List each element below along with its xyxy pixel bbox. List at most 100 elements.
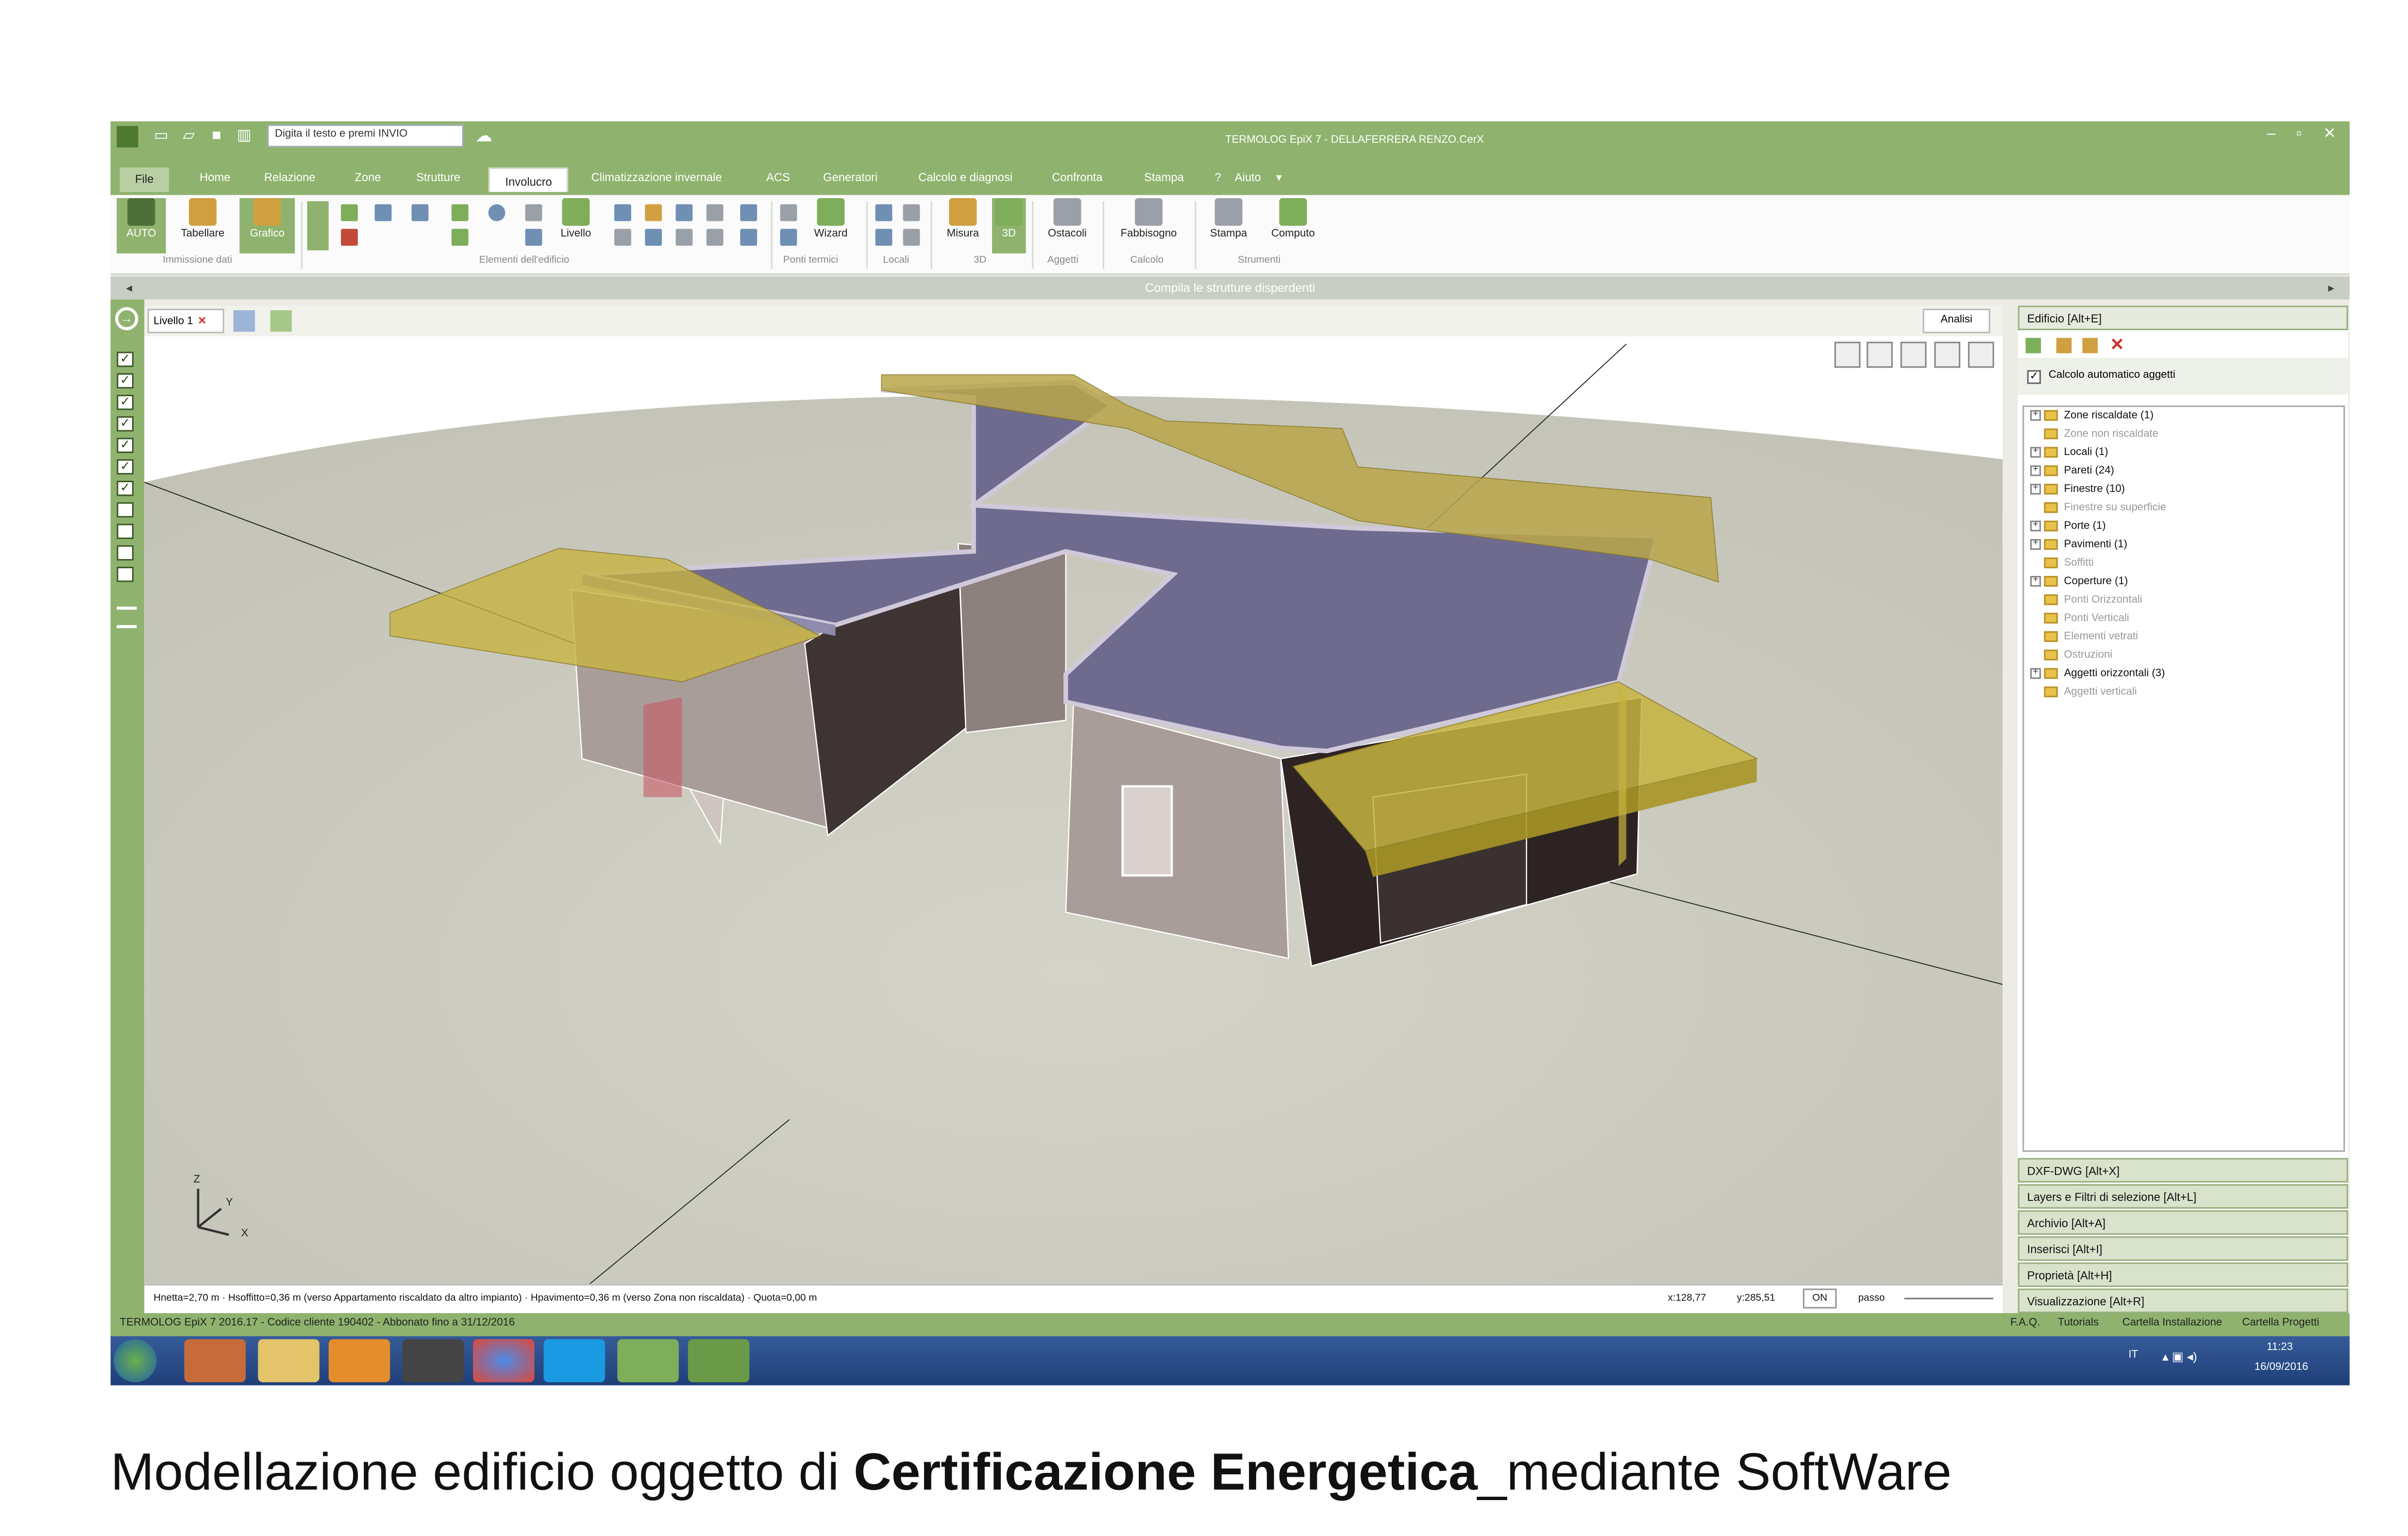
auto-button[interactable]: AUTO (117, 198, 166, 253)
edit-icon[interactable] (2056, 338, 2072, 354)
pan-icon[interactable] (525, 229, 542, 246)
auto-calc-checkbox[interactable]: ✓ (2027, 370, 2041, 384)
layer-checkbox[interactable]: ✓ (117, 416, 134, 432)
layer-checkbox[interactable]: ✓ (117, 480, 134, 496)
faq-link[interactable]: F.A.Q. (2010, 1318, 2040, 1329)
analisi-button[interactable]: Analisi (1922, 308, 1990, 334)
undo-icon[interactable] (374, 204, 392, 221)
close-icon[interactable]: ✕ (2319, 126, 2341, 143)
installazione-link[interactable]: Cartella Installazione (2122, 1318, 2223, 1329)
layer-checkbox[interactable]: ✓ (117, 373, 134, 389)
tree-item[interactable]: + Porte (1) (2030, 521, 2106, 532)
tree-item[interactable]: + Coperture (1) (2030, 575, 2128, 587)
edificio-header[interactable]: Edificio [Alt+E] (2018, 305, 2348, 330)
open-folder-icon[interactable]: ▱ (178, 126, 200, 147)
termolog-active-icon[interactable] (688, 1339, 750, 1383)
overhang-icon[interactable] (706, 204, 724, 221)
snap-toggle[interactable]: ON (1802, 1288, 1837, 1309)
cloud-icon[interactable]: ☁ (473, 126, 494, 147)
tree-item[interactable]: + Finestre (10) (2030, 484, 2125, 495)
window-icon[interactable] (675, 204, 693, 221)
door-icon[interactable] (645, 204, 662, 221)
grid-icon[interactable] (451, 204, 469, 221)
tree-item[interactable]: Ponti Orizzontali (2030, 594, 2142, 606)
tab-involucro[interactable]: Involucro (488, 167, 569, 192)
close-icon[interactable]: ✕ (198, 316, 207, 327)
stair-icon[interactable] (675, 229, 693, 246)
tab-calcolo-diagnosi[interactable]: Calcolo e diagnosi (918, 170, 1012, 184)
tabellare-button[interactable]: Tabellare (172, 198, 234, 253)
tree-item[interactable]: + Pareti (24) (2030, 465, 2114, 476)
roof-icon[interactable] (740, 204, 758, 221)
layer-checkbox[interactable] (117, 502, 134, 518)
tree-item[interactable]: + Pavimenti (1) (2030, 539, 2127, 550)
tree-item[interactable]: Ostruzioni (2030, 649, 2112, 661)
save-icon[interactable]: ■ (206, 126, 227, 147)
media-player-icon[interactable] (328, 1339, 390, 1383)
list-icon[interactable] (117, 607, 137, 628)
stampa-button[interactable]: Stampa (1201, 198, 1256, 239)
room-delete-icon[interactable] (903, 229, 920, 246)
delete-icon[interactable] (341, 229, 358, 246)
fabbisogno-button[interactable]: Fabbisogno (1112, 198, 1186, 239)
help-icon[interactable]: ? (1215, 170, 1221, 184)
arrow-right-icon[interactable]: → (115, 307, 138, 330)
wizard-button[interactable]: Wizard (808, 198, 854, 239)
livello-button[interactable]: Livello (553, 198, 599, 239)
floor-icon[interactable] (614, 229, 631, 246)
zoom-icon[interactable] (488, 204, 505, 221)
language-indicator[interactable]: IT (2128, 1350, 2138, 1361)
redo-icon[interactable] (411, 204, 429, 221)
progetti-link[interactable]: Cartella Progetti (2242, 1318, 2319, 1329)
tray-icons[interactable]: ▴ ▣ ◂) (2162, 1350, 2197, 1364)
splitter[interactable] (2003, 305, 2018, 1314)
tree-item[interactable]: Finestre su superficie (2030, 502, 2166, 513)
layer-checkbox[interactable] (117, 545, 134, 561)
tab-generatori[interactable]: Generatori (823, 170, 877, 184)
explorer-icon[interactable] (258, 1339, 320, 1383)
tree-item[interactable]: + Zone riscaldate (1) (2030, 410, 2154, 422)
tree-item[interactable]: Ponti Verticali (2030, 612, 2129, 624)
tab-file[interactable]: File (119, 167, 169, 192)
tree-item[interactable]: Aggetti verticali (2030, 686, 2137, 698)
delete-icon[interactable]: ✕ (2110, 335, 2124, 355)
termolog-icon[interactable] (617, 1339, 679, 1383)
tab-aiuto[interactable]: Aiuto (1235, 170, 1261, 184)
thermal-bridge-icon[interactable] (780, 204, 797, 221)
tab-zone[interactable]: Zone (355, 170, 381, 184)
3d-viewport[interactable]: Z Y X (144, 336, 2003, 1284)
ostacoli-button[interactable]: Ostacoli (1041, 198, 1094, 239)
proprieta-section[interactable]: Proprietà [Alt+H] (2018, 1262, 2348, 1287)
ceiling-icon[interactable] (740, 229, 758, 246)
tree-item[interactable]: + Aggetti orizzontali (3) (2030, 668, 2165, 679)
thermal-bridge-list-icon[interactable] (780, 229, 797, 246)
maximize-icon[interactable]: ▫ (2288, 126, 2309, 143)
layer-checkbox[interactable]: ✓ (117, 394, 134, 410)
glass-icon[interactable] (645, 229, 662, 246)
layer-checkbox[interactable]: ✓ (117, 459, 134, 475)
tree-item[interactable]: Zone non riscaldate (2030, 428, 2158, 440)
tutorials-link[interactable]: Tutorials (2058, 1318, 2099, 1329)
office-icon[interactable] (184, 1339, 246, 1383)
misura-button[interactable]: Misura (940, 198, 986, 239)
select-icon[interactable] (307, 201, 329, 251)
layer-checkbox[interactable] (117, 566, 134, 582)
delete-icon[interactable]: ▥ (234, 126, 255, 147)
room-edit-icon[interactable] (903, 204, 920, 221)
computo-button[interactable]: Computo (1263, 198, 1324, 239)
target-icon[interactable] (451, 229, 469, 246)
inserisci-section[interactable]: Inserisci [Alt+I] (2018, 1236, 2348, 1261)
layer-checkbox[interactable] (117, 523, 134, 540)
tree-item[interactable]: Soffitti (2030, 557, 2094, 569)
new-file-icon[interactable]: ▭ (151, 126, 172, 147)
tab-home[interactable]: Home (200, 170, 230, 184)
minimize-icon[interactable]: – (2260, 126, 2282, 143)
tab-acs[interactable]: ACS (766, 170, 790, 184)
view-3d-button[interactable]: 3D (992, 198, 1026, 253)
level-settings-icon[interactable] (233, 310, 255, 332)
level-tab[interactable]: Livello 1 ✕ (147, 308, 224, 334)
tree-item[interactable]: + Locali (1) (2030, 447, 2108, 458)
start-icon[interactable] (114, 1339, 157, 1383)
refresh-icon[interactable] (2025, 338, 2041, 354)
skype-icon[interactable] (543, 1339, 606, 1383)
